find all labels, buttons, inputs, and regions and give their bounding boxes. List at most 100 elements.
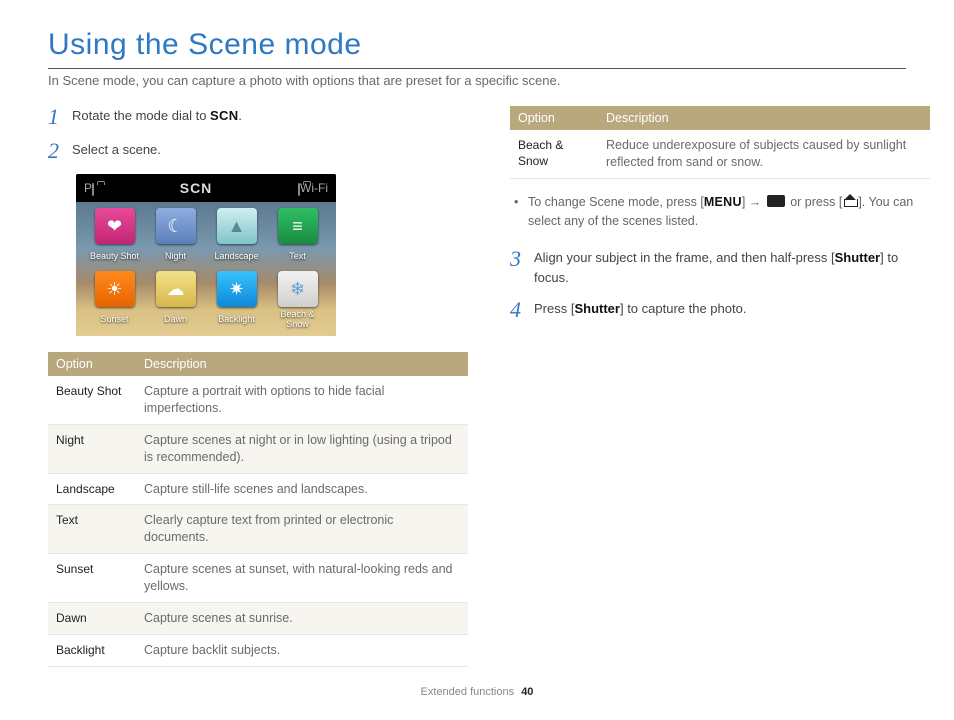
scene-icon-night: ☾ Night	[147, 208, 204, 267]
cell-desc: Capture still-life scenes and landscapes…	[136, 473, 468, 505]
step-text: Press [Shutter] to capture the photo.	[534, 299, 930, 319]
scene-icon-text: ≡ Text	[269, 208, 326, 267]
scene-key-icon	[767, 195, 785, 207]
step-4: 4 Press [Shutter] to capture the photo.	[510, 299, 930, 321]
shutter-key: Shutter	[835, 250, 881, 265]
table-row: DawnCapture scenes at sunrise.	[48, 602, 468, 634]
footer: Extended functions 40	[0, 686, 954, 698]
cell-option: Backlight	[48, 634, 136, 666]
scene-tile: ☀	[95, 271, 135, 307]
cell-option: Dawn	[48, 602, 136, 634]
cell-desc: Capture scenes at sunrise.	[136, 602, 468, 634]
options-table-2: Option Description Beach & SnowReduce un…	[510, 106, 930, 179]
intro-text: In Scene mode, you can capture a photo w…	[48, 73, 906, 88]
note-b: ] →	[742, 195, 765, 209]
scene-icon-beach-snow: ❄ Beach & Snow	[269, 271, 326, 330]
cell-desc: Capture scenes at sunset, with natural-l…	[136, 554, 468, 603]
step-3-pre: Align your subject in the frame, and the…	[534, 250, 835, 265]
table-row: LandscapeCapture still-life scenes and l…	[48, 473, 468, 505]
scn-topbar: SCN	[180, 180, 213, 196]
scene-icon-landscape: ▲ Landscape	[208, 208, 265, 267]
camera-icon	[298, 183, 300, 196]
scene-glyph-icon: ☀	[95, 271, 135, 307]
scene-label: Sunset	[86, 310, 143, 330]
step-1-post: .	[238, 108, 242, 123]
step-number: 1	[48, 106, 72, 128]
footer-section: Extended functions	[421, 686, 515, 698]
cell-desc: Capture backlit subjects.	[136, 634, 468, 666]
scene-tile: ≡	[278, 208, 318, 244]
scene-label: Text	[269, 247, 326, 267]
scene-icon-beauty-shot: ❤ Beauty Shot	[86, 208, 143, 267]
step-text: Select a scene.	[72, 140, 468, 160]
scene-icon-backlight: ✷ Backlight	[208, 271, 265, 330]
step-text: Rotate the mode dial to SCN.	[72, 106, 468, 126]
step-4-post: ] to capture the photo.	[620, 301, 746, 316]
step-number: 2	[48, 140, 72, 162]
table-row: TextClearly capture text from printed or…	[48, 505, 468, 554]
divider	[48, 68, 906, 69]
icon-grid: ❤ Beauty Shot ☾ Night ▲ Landscape ≡ Text ☀ Sunset…	[86, 208, 326, 330]
menu-icon: MENU	[704, 195, 742, 209]
th-desc: Description	[136, 352, 468, 376]
scene-label: Beach & Snow	[269, 310, 326, 330]
page-title: Using the Scene mode	[48, 28, 906, 62]
step-4-pre: Press [	[534, 301, 574, 316]
note-body: To change Scene mode, press [MENU] → or …	[528, 193, 930, 231]
scene-glyph-icon: ☾	[156, 208, 196, 244]
scene-glyph-icon: ▲	[217, 208, 257, 244]
scene-label: Landscape	[208, 247, 265, 267]
scene-tile: ✷	[217, 271, 257, 307]
note-a: To change Scene mode, press [	[528, 195, 704, 209]
cell-option: Sunset	[48, 554, 136, 603]
scene-glyph-icon: ≡	[278, 208, 318, 244]
step-3: 3 Align your subject in the frame, and t…	[510, 248, 930, 287]
scene-glyph-icon: ❤	[95, 208, 135, 244]
left-column: 1 Rotate the mode dial to SCN. 2 Select …	[48, 106, 468, 667]
step-2: 2 Select a scene.	[48, 140, 468, 162]
step-1: 1 Rotate the mode dial to SCN.	[48, 106, 468, 128]
cell-desc: Reduce underexposure of subjects caused …	[598, 130, 930, 178]
scn-icon: SCN	[210, 108, 238, 123]
table-row: Beauty ShotCapture a portrait with optio…	[48, 376, 468, 424]
note-c: or press [	[787, 195, 843, 209]
options-table-1: Option Description Beauty ShotCapture a …	[48, 352, 468, 667]
scene-tile: ☾	[156, 208, 196, 244]
scene-glyph-icon: ✷	[217, 271, 257, 307]
home-icon	[844, 195, 856, 207]
bullet: •	[514, 193, 528, 231]
p-mode: P	[84, 181, 94, 195]
table-row: NightCapture scenes at night or in low l…	[48, 424, 468, 473]
step-text: Align your subject in the frame, and the…	[534, 248, 930, 287]
scene-icon-sunset: ☀ Sunset	[86, 271, 143, 330]
scene-glyph-icon: ☁	[156, 271, 196, 307]
scene-label: Dawn	[147, 310, 204, 330]
scene-tile: ❤	[95, 208, 135, 244]
step-number: 3	[510, 248, 534, 270]
table-row: Beach & SnowReduce underexposure of subj…	[510, 130, 930, 178]
page-number: 40	[521, 686, 533, 698]
wifi-mode: Wi-Fi	[298, 181, 328, 195]
table-row: SunsetCapture scenes at sunset, with nat…	[48, 554, 468, 603]
th-desc: Description	[598, 106, 930, 130]
scene-tile: ☁	[156, 271, 196, 307]
shutter-key: Shutter	[574, 301, 620, 316]
cell-desc: Clearly capture text from printed or ele…	[136, 505, 468, 554]
cell-option: Beach & Snow	[510, 130, 598, 178]
scene-label: Backlight	[208, 310, 265, 330]
table-row: BacklightCapture backlit subjects.	[48, 634, 468, 666]
screenshot-topbar: P SCN Wi-Fi	[76, 174, 336, 202]
camera-icon	[92, 183, 94, 196]
scene-label: Night	[147, 247, 204, 267]
scene-label: Beauty Shot	[86, 247, 143, 267]
right-column: Option Description Beach & SnowReduce un…	[510, 106, 930, 667]
scene-icon-dawn: ☁ Dawn	[147, 271, 204, 330]
step-number: 4	[510, 299, 534, 321]
cell-desc: Capture scenes at night or in low lighti…	[136, 424, 468, 473]
step-1-pre: Rotate the mode dial to	[72, 108, 210, 123]
cell-desc: Capture a portrait with options to hide …	[136, 376, 468, 424]
th-option: Option	[510, 106, 598, 130]
scene-glyph-icon: ❄	[278, 271, 318, 307]
cell-option: Landscape	[48, 473, 136, 505]
cell-option: Night	[48, 424, 136, 473]
